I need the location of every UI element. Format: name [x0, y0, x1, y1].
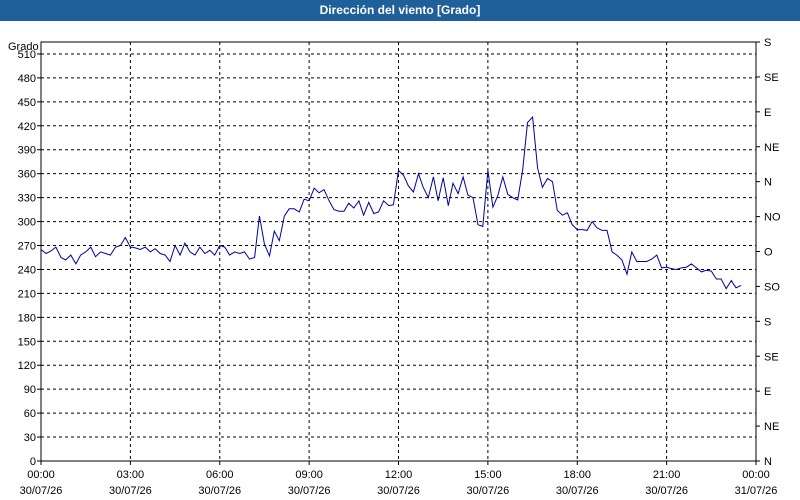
x-tick-time: 18:00 — [563, 469, 591, 481]
right-tick-label: N — [764, 177, 772, 189]
right-tick-label: N — [764, 456, 772, 468]
y-tick-label: 150 — [18, 336, 36, 348]
x-tick-time: 15:00 — [474, 469, 502, 481]
x-tick-date: 30/07/26 — [198, 485, 241, 497]
y-tick-label: 360 — [18, 169, 36, 181]
x-tick-time: 12:00 — [385, 469, 413, 481]
x-tick-time: 21:00 — [653, 469, 681, 481]
right-tick-label: E — [764, 107, 771, 119]
x-tick-date: 30/07/26 — [20, 485, 63, 497]
y-axis-label: Grado — [8, 41, 39, 53]
y-tick-label: 240 — [18, 264, 36, 276]
right-tick-label: SE — [764, 72, 779, 84]
series-line — [40, 115, 742, 290]
y-tick-label: 450 — [18, 97, 36, 109]
y-tick-label: 120 — [18, 360, 36, 372]
right-tick-label: NO — [764, 212, 781, 224]
right-tick-label: SO — [764, 281, 780, 293]
y-tick-label: 480 — [18, 73, 36, 85]
y-tick-label: 180 — [18, 312, 36, 324]
x-tick-time: 03:00 — [117, 469, 145, 481]
y-tick-label: 300 — [18, 217, 36, 229]
y-tick-label: 210 — [18, 288, 36, 300]
right-tick-label: SE — [764, 351, 779, 363]
wind-direction-chart: 0 30 60 90 120 150 180 210 240 270 300 330 360 390 420… — [8, 37, 781, 497]
y-tick-label: 0 — [30, 456, 36, 468]
x-tick-time: 00:00 — [27, 469, 55, 481]
right-tick-label: S — [764, 37, 771, 49]
y-tick-label: 420 — [18, 121, 36, 133]
x-tick-date: 30/07/26 — [466, 485, 509, 497]
y-tick-label: 60 — [24, 408, 36, 420]
x-tick-date: 30/07/26 — [645, 485, 688, 497]
x-tick-date: 30/07/26 — [288, 485, 331, 497]
y-tick-label: 90 — [24, 384, 36, 396]
y-tick-label: 270 — [18, 241, 36, 253]
x-tick-time: 09:00 — [295, 469, 323, 481]
right-tick-label: NE — [764, 142, 779, 154]
x-tick-date: 30/07/26 — [556, 485, 599, 497]
right-tick-label: NE — [764, 421, 779, 433]
y-tick-label: 30 — [24, 432, 36, 444]
right-tick-label: E — [764, 386, 771, 398]
x-tick-date: 30/07/26 — [109, 485, 152, 497]
x-tick-time: 00:00 — [742, 469, 770, 481]
right-tick-label: S — [764, 316, 771, 328]
series-group — [40, 115, 742, 290]
right-tick-label: O — [764, 247, 773, 259]
y-tick-label: 390 — [18, 145, 36, 157]
grid — [41, 42, 756, 461]
y-tick-label: 330 — [18, 193, 36, 205]
x-tick-time: 06:00 — [206, 469, 234, 481]
x-tick-date: 31/07/26 — [735, 485, 778, 497]
x-tick-date: 30/07/26 — [377, 485, 420, 497]
